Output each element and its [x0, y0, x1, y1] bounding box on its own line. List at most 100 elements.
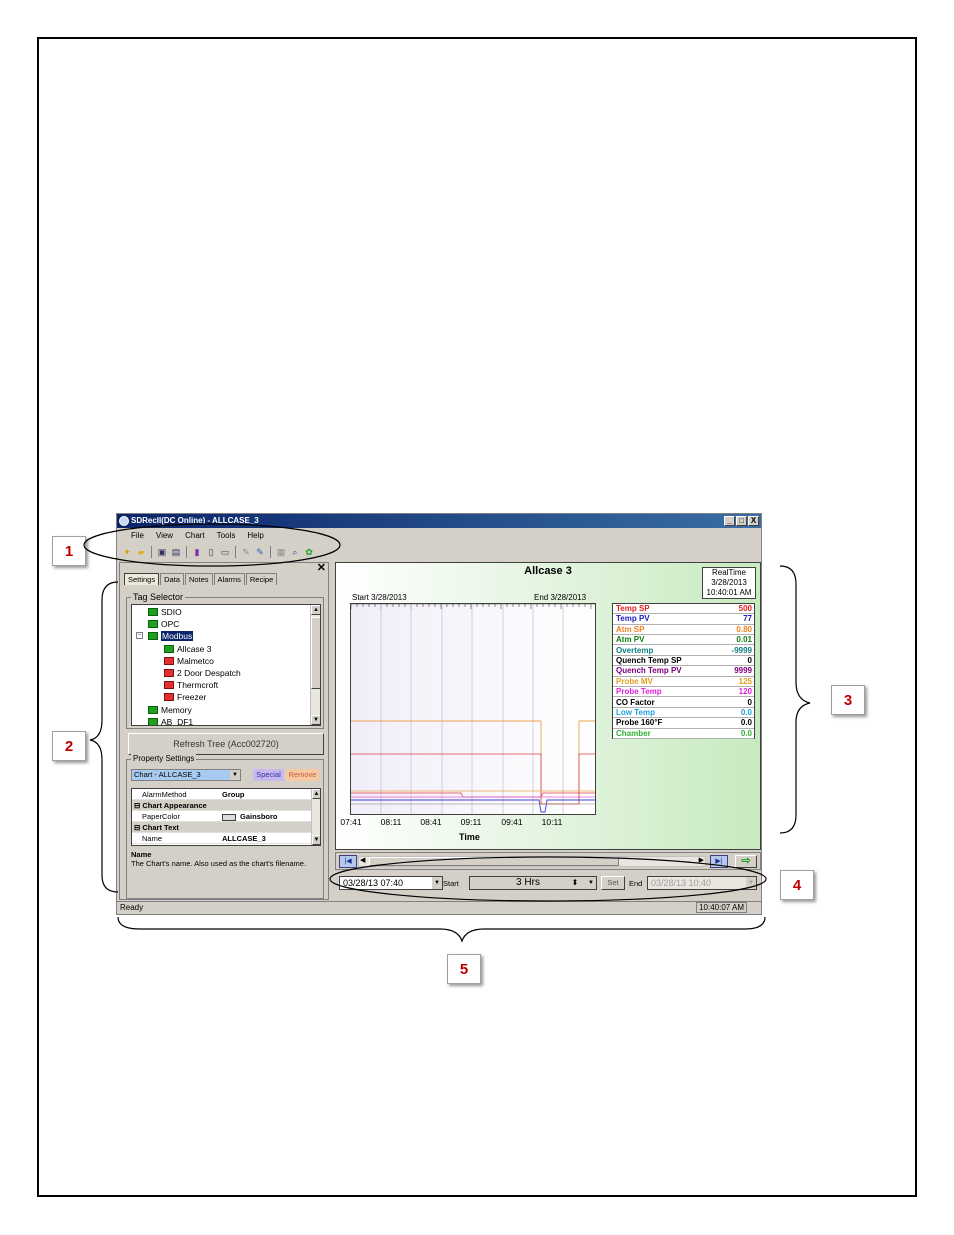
legend-row[interactable]: Probe MV 125	[613, 677, 754, 688]
legend-row[interactable]: Quench Temp PV 9999	[613, 666, 754, 677]
set-button[interactable]: Set	[601, 876, 625, 890]
print-icon[interactable]: ▭	[219, 546, 231, 558]
tree-item-thermcroft[interactable]: Thermcroft	[164, 679, 218, 691]
remove-button[interactable]: Remove	[286, 769, 319, 781]
legend-row[interactable]: CO Factor 0	[613, 698, 754, 708]
chevron-down-icon[interactable]: ▼	[432, 877, 442, 889]
tab-alarms[interactable]: Alarms	[213, 573, 245, 585]
collapse-icon[interactable]: −	[136, 632, 143, 639]
left-pane: ✕ Settings Data Notes Alarms Recipe Tag …	[119, 562, 329, 900]
legend-row[interactable]: Temp PV 77	[613, 614, 754, 625]
connect-icon[interactable]: ✎	[240, 546, 252, 558]
report-icon[interactable]: ▮	[191, 546, 203, 558]
new-icon[interactable]: ✦	[121, 546, 133, 558]
prop-category-appearance[interactable]: ⊟ Chart Appearance	[132, 800, 312, 811]
x-axis: 07:41 08:11 08:41 09:11 09:41 10:11	[336, 817, 616, 827]
time-scrollbar[interactable]: ◀ ▶	[358, 856, 706, 867]
span-dropdown[interactable]: ▼	[586, 876, 597, 890]
spinner-icon[interactable]: ⬍	[567, 877, 583, 889]
scroll-right-icon[interactable]: ▶	[699, 856, 704, 864]
tree-scrollbar[interactable]: ▲ ▼	[310, 605, 320, 725]
legend-row[interactable]: Chamber 0.0	[613, 728, 754, 740]
maximize-button[interactable]: □	[736, 516, 747, 526]
disconnect-icon[interactable]: ✎	[254, 546, 266, 558]
legend-series-name: Chamber	[616, 728, 651, 738]
scroll-down-icon[interactable]: ▼	[312, 835, 320, 845]
tree-item-freezer[interactable]: Freezer	[164, 691, 206, 703]
menu-chart[interactable]: Chart	[181, 529, 213, 543]
tree-item-malmetco[interactable]: Malmetco	[164, 655, 214, 667]
legend-series-name: Quench Temp PV	[616, 666, 682, 676]
close-icon[interactable]: ✕	[317, 561, 326, 574]
scroll-thumb[interactable]	[311, 617, 320, 689]
tag-selector-group: Tag Selector SDIO OPC − Modbus Allcase 3…	[126, 592, 324, 729]
tab-notes[interactable]: Notes	[184, 573, 213, 585]
tab-settings[interactable]: Settings	[124, 573, 160, 585]
legend-row[interactable]: Atm PV 0.01	[613, 635, 754, 646]
start-datetime-field[interactable]: 03/28/13 07:40 ▼	[339, 876, 443, 890]
scroll-left-icon[interactable]: ◀	[360, 856, 365, 864]
chart-panel: Allcase 3 RealTime 3/28/2013 10:40:01 AM…	[335, 562, 761, 850]
legend-row[interactable]: Probe 160°F 0.0	[613, 718, 754, 729]
callout-3: 3	[831, 685, 865, 715]
print-preview-icon[interactable]: ▯	[205, 546, 217, 558]
tab-recipe[interactable]: Recipe	[245, 573, 278, 585]
plot-area[interactable]	[350, 603, 596, 815]
menu-tools[interactable]: Tools	[213, 529, 244, 543]
tree-item-allcase-3[interactable]: Allcase 3	[164, 643, 212, 655]
prop-key: PaperColor	[142, 812, 180, 821]
tag-tree[interactable]: SDIO OPC − Modbus Allcase 3 Malmetco 2 D…	[131, 604, 321, 726]
chevron-down-icon[interactable]: ▼	[230, 770, 240, 780]
realtime-indicator: RealTime 3/28/2013 10:40:01 AM	[702, 567, 756, 599]
minimize-button[interactable]: _	[724, 516, 735, 526]
prop-category-text[interactable]: ⊟ Chart Text	[132, 822, 312, 833]
menu-file[interactable]: File	[127, 529, 152, 543]
refresh-icon[interactable]: ✿	[303, 546, 315, 558]
scroll-down-icon[interactable]: ▼	[311, 715, 320, 725]
title-bar[interactable]: SDRecII(DC Online) - ALLCASE_3 _ □ X	[117, 514, 761, 528]
close-button[interactable]: X	[748, 516, 759, 526]
tree-item-opc[interactable]: OPC	[148, 618, 179, 630]
find-icon[interactable]: ⌕	[289, 546, 301, 558]
tree-item-modbus[interactable]: Modbus	[148, 630, 194, 642]
chevron-down-icon[interactable]: ▼	[586, 877, 596, 889]
legend-row[interactable]: Probe Temp 120	[613, 687, 754, 698]
prop-row-name[interactable]: Name ALLCASE_3	[132, 833, 312, 844]
property-object-select[interactable]: Chart - ALLCASE_3 ▼	[131, 769, 241, 781]
legend-row[interactable]: Low Temp 0.0	[613, 708, 754, 719]
open-icon[interactable]: ▰	[135, 546, 147, 558]
toolbar: ✦ ▰ ▣ ▤ ▮ ▯ ▭ ✎ ✎ ▦ ⌕ ✿	[121, 544, 315, 559]
legend-row[interactable]: Temp SP 500	[613, 604, 754, 615]
tab-data[interactable]: Data	[160, 573, 184, 585]
callout-5: 5	[447, 954, 481, 984]
refresh-tree-button[interactable]: Refresh Tree (Acc002720)	[128, 733, 324, 755]
save-as-icon[interactable]: ▤	[170, 546, 182, 558]
legend-row[interactable]: Overtemp -9999	[613, 646, 754, 656]
scroll-up-icon[interactable]: ▲	[311, 605, 320, 615]
prop-row-paper-color[interactable]: PaperColor Gainsboro	[132, 811, 312, 822]
property-scrollbar[interactable]: ▲ ▼	[311, 789, 320, 845]
scroll-up-icon[interactable]: ▲	[312, 789, 320, 799]
go-realtime-icon[interactable]: ⇨	[735, 855, 757, 868]
property-grid[interactable]: AlarmMethod Group ⊟ Chart Appearance Pap…	[131, 788, 321, 846]
legend-series-name: Atm SP	[616, 624, 645, 634]
special-button[interactable]: Special	[253, 769, 284, 781]
scroll-thumb[interactable]	[369, 857, 619, 866]
tree-item-sdio[interactable]: SDIO	[148, 606, 182, 618]
legend-series-name: Probe 160°F	[616, 718, 663, 728]
chevron-down-icon[interactable]: ▼	[746, 877, 756, 889]
legend-row[interactable]: Quench Temp SP 0	[613, 656, 754, 667]
end-datetime-field[interactable]: 03/28/13 10:40 ▼	[647, 876, 757, 890]
list-icon[interactable]: ▦	[275, 546, 287, 558]
menu-view[interactable]: View	[152, 529, 181, 543]
tree-item-ab-df1[interactable]: AB_DF1	[148, 716, 193, 725]
chart-legend[interactable]: Temp SP 500 Temp PV 77 Atm SP 0.80 Atm PV 0.01 O…	[612, 603, 755, 740]
tree-item-2-door-despatch[interactable]: 2 Door Despatch	[164, 667, 241, 679]
jump-end-icon[interactable]: ▶|	[710, 855, 728, 868]
save-icon[interactable]: ▣	[156, 546, 168, 558]
tree-item-memory[interactable]: Memory	[148, 704, 192, 716]
prop-row-alarm-method[interactable]: AlarmMethod Group	[132, 789, 312, 800]
legend-row[interactable]: Atm SP 0.80	[613, 624, 754, 636]
jump-start-icon[interactable]: |◀	[339, 855, 357, 868]
menu-help[interactable]: Help	[243, 529, 271, 543]
